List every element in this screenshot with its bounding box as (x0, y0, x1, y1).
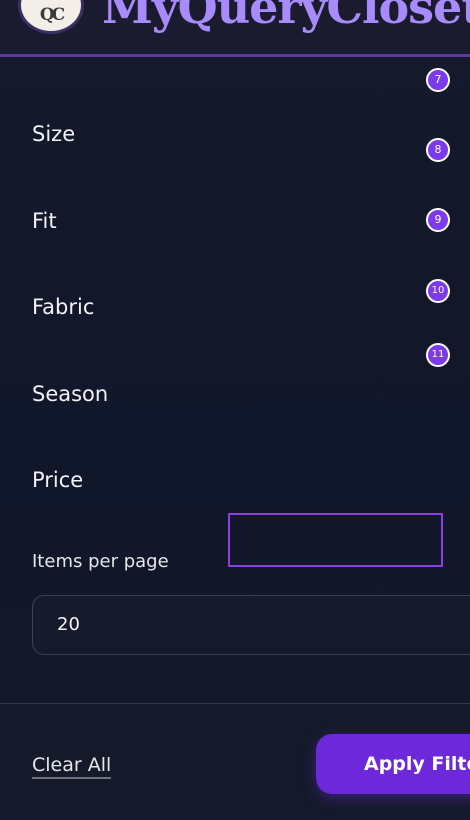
items-per-page-label: Items per page (32, 551, 169, 572)
filter-size-label[interactable]: Size (32, 122, 75, 146)
filter-season-label[interactable]: Season (32, 382, 108, 406)
step-badge-10: 10 (426, 279, 450, 303)
brand-logo-text: QC (39, 5, 65, 25)
clear-all-link[interactable]: Clear All (32, 754, 112, 779)
step-badge-11: 11 (426, 343, 450, 367)
brand-logo[interactable]: QC (18, 0, 84, 34)
step-badge-7: 7 (426, 68, 450, 92)
highlight-box (228, 513, 443, 567)
items-per-page-value: 20 (57, 614, 80, 635)
apply-filters-button[interactable]: Apply Filters (316, 734, 470, 794)
app-header: QC MyQueryCloset (0, 0, 470, 54)
step-badge-9: 9 (426, 208, 450, 232)
step-badge-8: 8 (426, 138, 450, 162)
filter-fit-label[interactable]: Fit (32, 209, 57, 233)
filter-price-label[interactable]: Price (32, 468, 83, 492)
brand-name[interactable]: MyQueryCloset (102, 0, 470, 34)
filter-fabric-label[interactable]: Fabric (32, 295, 94, 319)
filter-panel-page: QC MyQueryCloset Size Fit Fabric Season … (0, 0, 470, 820)
items-per-page-select[interactable]: 20 (32, 595, 470, 655)
apply-filters-label: Apply Filters (364, 753, 470, 775)
header-divider (0, 54, 470, 57)
